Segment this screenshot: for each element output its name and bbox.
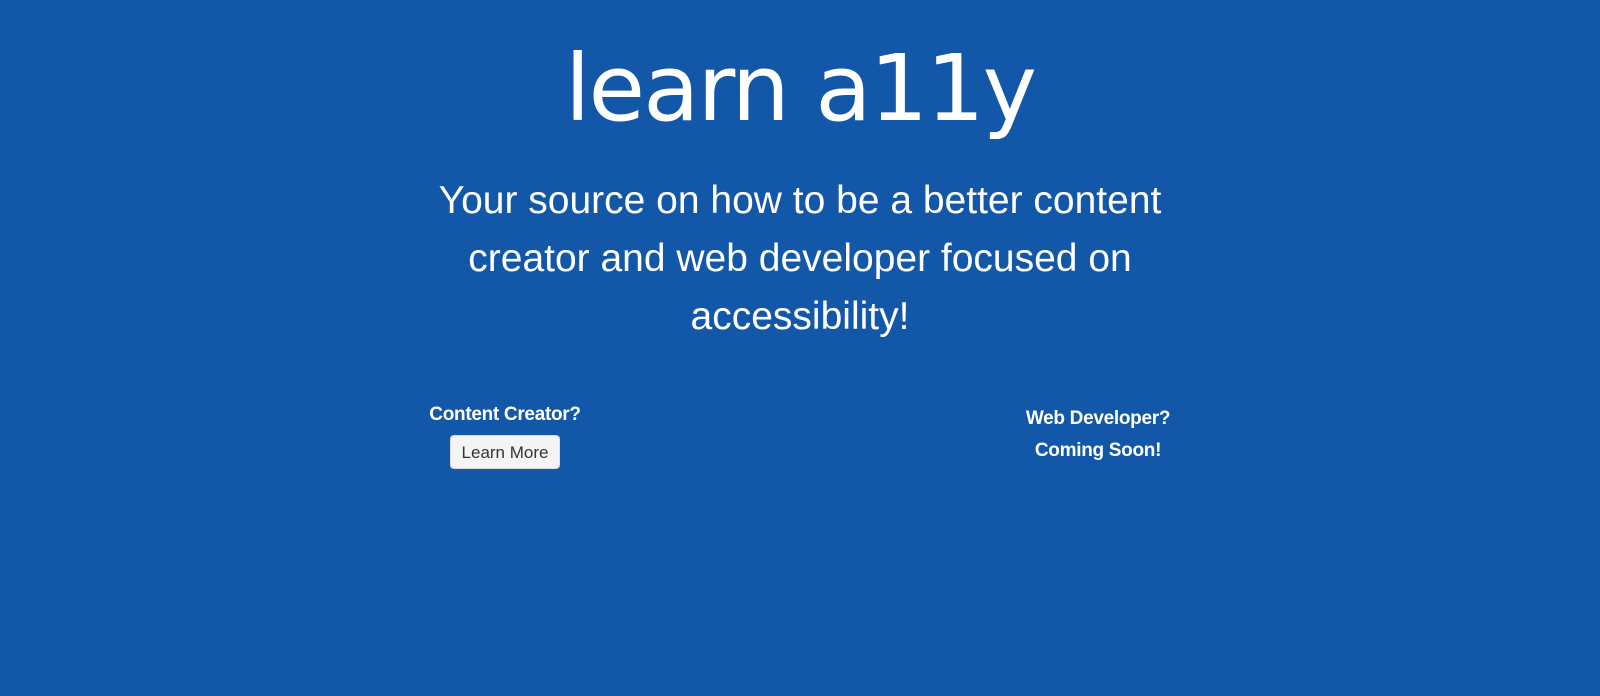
coming-soon-label: Coming Soon! (1034, 440, 1162, 461)
landing-page: learn a11y Your source on how to be a be… (0, 0, 1600, 696)
web-developer-heading: Web Developer? (1025, 408, 1171, 429)
content-creator-heading: Content Creator? (429, 404, 581, 425)
content-creator-section: Content Creator? Learn More (405, 403, 605, 469)
web-developer-section: Web Developer? Coming Soon! (998, 407, 1198, 463)
page-tagline: Your source on how to be a better conten… (438, 179, 1162, 338)
learn-more-button[interactable]: Learn More (449, 435, 561, 469)
site-logo: learn a11y (564, 35, 1037, 142)
